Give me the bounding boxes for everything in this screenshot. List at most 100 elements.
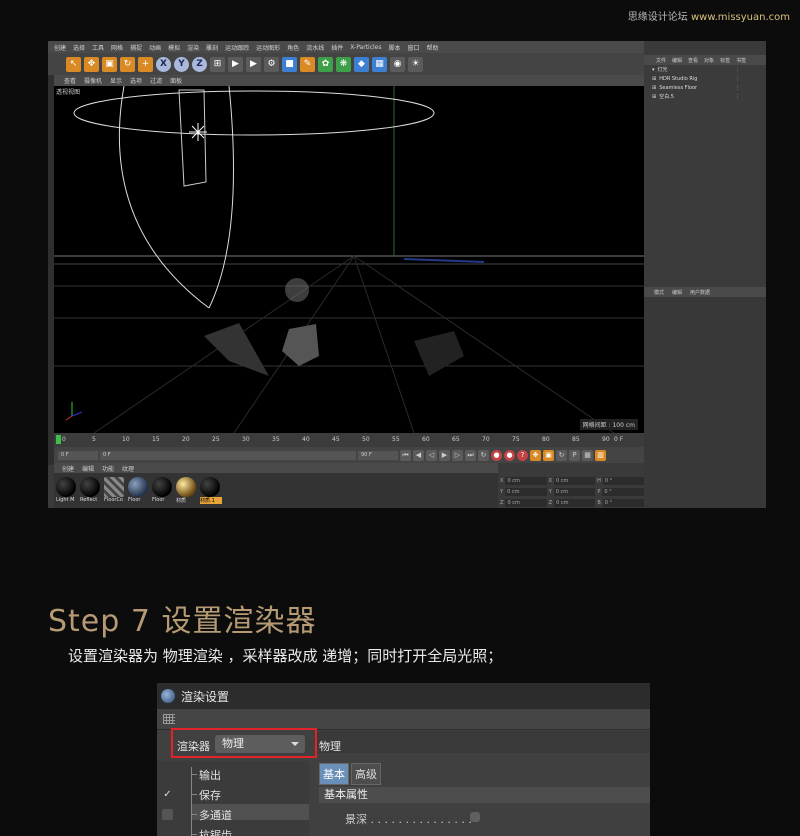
object-row[interactable]: ⊞ HDR Studio Rig ⋮ <box>644 74 766 83</box>
menu-item[interactable]: 角色 <box>287 43 299 52</box>
menu-item[interactable]: 插件 <box>331 43 343 52</box>
coordinate-field[interactable]: 0 ° <box>602 487 645 496</box>
tree-item-checkbox[interactable]: ✓ <box>162 789 173 800</box>
cursor-tool-icon[interactable]: ↖ <box>66 56 81 72</box>
coordinate-field[interactable]: 0 cm <box>554 476 596 485</box>
menu-item[interactable]: X-Particles <box>350 44 381 51</box>
menu-item[interactable]: 捕捉 <box>130 43 142 52</box>
menu-item[interactable]: 运动图形 <box>256 43 280 52</box>
material-swatch[interactable]: Light M <box>56 473 78 508</box>
cloner-icon[interactable]: ❋ <box>336 56 351 72</box>
menu-item[interactable]: 雕刻 <box>206 43 218 52</box>
menu-item[interactable]: 脚本 <box>389 43 401 52</box>
object-menu-item[interactable]: 文件 <box>656 57 666 64</box>
menu-item[interactable]: 选择 <box>73 43 85 52</box>
timeline[interactable]: 0 5 10 15 20 25 30 35 40 45 50 55 60 65 70 75 80 85 90 0 F <box>54 433 644 447</box>
move-tool-icon[interactable]: ✥ <box>84 56 99 72</box>
x-axis-button[interactable]: X <box>156 56 171 72</box>
tree-item-checkbox[interactable] <box>162 809 173 820</box>
timeline-end-field[interactable]: 0 F <box>614 436 623 443</box>
render-view-icon[interactable]: ▶ <box>228 56 243 72</box>
subdivision-icon[interactable]: ✿ <box>318 56 333 72</box>
viewport-menu-item[interactable]: 摄像机 <box>84 76 102 85</box>
autokey-icon[interactable]: ● <box>504 449 515 461</box>
render-settings-icon[interactable]: ⚙ <box>264 56 279 72</box>
tab-basic[interactable]: 基本 <box>319 763 349 785</box>
keyframe-select-icon[interactable]: ? <box>517 449 528 461</box>
viewport-menu-item[interactable]: 显示 <box>110 76 122 85</box>
key-position-icon[interactable]: ✥ <box>530 449 541 461</box>
coordinate-field[interactable]: 0 cm <box>505 476 547 485</box>
menu-item[interactable]: 创建 <box>54 43 66 52</box>
object-menu-item[interactable]: 对象 <box>704 57 714 64</box>
render-picture-icon[interactable]: ▶ <box>246 56 261 72</box>
coordinate-field[interactable]: 0 ° <box>602 498 645 507</box>
scale-tool-icon[interactable]: ▣ <box>102 56 117 72</box>
tree-item[interactable]: 输出 <box>199 767 221 783</box>
loop-icon[interactable]: ↻ <box>478 449 489 461</box>
record-icon[interactable]: ● <box>491 449 502 461</box>
attribute-menu-item[interactable]: 用户数据 <box>690 289 710 296</box>
coordinate-field[interactable]: 0 cm <box>505 487 547 496</box>
key-pla-icon[interactable]: ▦ <box>582 449 593 461</box>
first-frame-icon[interactable]: ⏮ <box>400 449 411 461</box>
viewport-menu-item[interactable]: 选项 <box>130 76 142 85</box>
material-swatch[interactable]: 材质 <box>176 473 198 508</box>
grid-menu-icon[interactable] <box>163 714 175 724</box>
coordinate-field[interactable]: 0 cm <box>553 487 596 496</box>
object-row[interactable]: ⊞ Seamless Floor ⋮ <box>644 83 766 92</box>
menu-item[interactable]: 渲染 <box>187 43 199 52</box>
attribute-menu-item[interactable]: 模式 <box>654 289 664 296</box>
y-axis-button[interactable]: Y <box>174 56 189 72</box>
key-param-icon[interactable]: P <box>569 449 580 461</box>
prev-key-icon[interactable]: ◀ <box>413 449 424 461</box>
material-swatch[interactable]: 材质.1 <box>200 473 222 508</box>
timeline-icon[interactable]: ▥ <box>595 449 606 461</box>
floor-icon[interactable]: ▦ <box>372 56 387 72</box>
play-icon[interactable]: ▶ <box>439 449 450 461</box>
object-row[interactable]: ▾ 灯光 ⋮ <box>644 65 766 74</box>
timeline-current-marker[interactable] <box>56 435 61 444</box>
menu-item[interactable]: 工具 <box>92 43 104 52</box>
menu-item[interactable]: 网格 <box>111 43 123 52</box>
viewport-menu-item[interactable]: 面板 <box>170 76 182 85</box>
menu-item[interactable]: 模拟 <box>168 43 180 52</box>
current-frame-field[interactable]: 0 F <box>100 450 356 460</box>
material-menu-item[interactable]: 功能 <box>102 464 114 473</box>
material-menu-item[interactable]: 创建 <box>62 464 74 473</box>
menu-item[interactable]: 运动跟踪 <box>225 43 249 52</box>
tree-item[interactable]: 多通道 <box>199 807 232 823</box>
menu-item[interactable]: 流水线 <box>306 43 324 52</box>
menu-item[interactable]: 窗口 <box>408 43 420 52</box>
key-rotation-icon[interactable]: ↻ <box>556 449 567 461</box>
object-menu-item[interactable]: 书签 <box>736 57 746 64</box>
menu-item[interactable]: 帮助 <box>427 43 439 52</box>
viewport-menu-item[interactable]: 查看 <box>64 76 76 85</box>
camera-icon[interactable]: ◉ <box>390 56 405 72</box>
viewport[interactable]: 透视视图 网格间距 : 100 cm <box>54 86 644 433</box>
object-menu-item[interactable]: 编辑 <box>672 57 682 64</box>
depth-of-field-checkbox[interactable] <box>470 812 480 822</box>
prev-frame-icon[interactable]: ◁ <box>426 449 437 461</box>
tab-advanced[interactable]: 高级 <box>351 763 381 785</box>
key-scale-icon[interactable]: ▣ <box>543 449 554 461</box>
coordinate-field[interactable]: 0 cm <box>505 498 547 507</box>
deformer-icon[interactable]: ◆ <box>354 56 369 72</box>
rotate-tool-icon[interactable]: ↻ <box>120 56 135 72</box>
add-tool-icon[interactable]: + <box>138 56 153 72</box>
z-axis-button[interactable]: Z <box>192 56 207 72</box>
material-swatch[interactable]: Reflect <box>80 473 102 508</box>
cube-icon[interactable]: ■ <box>282 56 297 72</box>
object-row[interactable]: ⊞ 空白.5 ⋮ <box>644 92 766 101</box>
coord-system-icon[interactable]: ⊞ <box>210 56 225 72</box>
start-frame-field[interactable]: 0 F <box>58 450 98 460</box>
material-swatch[interactable]: Floor <box>128 473 150 508</box>
menu-item[interactable]: 动画 <box>149 43 161 52</box>
coordinate-field[interactable]: 0 cm <box>554 498 596 507</box>
material-swatch[interactable]: FloorCo <box>104 473 126 508</box>
object-menu-item[interactable]: 查看 <box>688 57 698 64</box>
material-menu-item[interactable]: 纹理 <box>122 464 134 473</box>
material-swatch[interactable]: Floor <box>152 473 174 508</box>
attribute-menu-item[interactable]: 编辑 <box>672 289 682 296</box>
last-frame-icon[interactable]: ⏭ <box>465 449 476 461</box>
